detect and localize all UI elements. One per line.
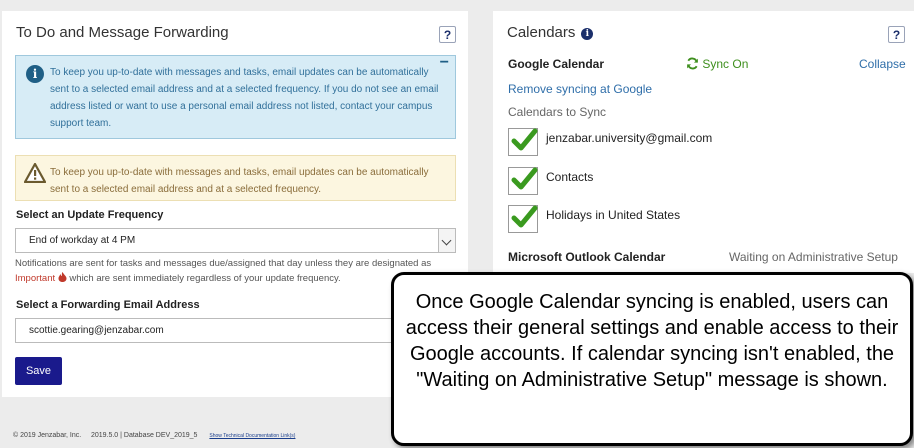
footer: © 2019 Jenzabar, Inc. 2019.5.0 | Databas… xyxy=(13,432,295,439)
info-icon: i xyxy=(26,65,44,83)
email-field[interactable]: scottie.gearing@jenzabar.com xyxy=(15,318,456,343)
sync-icon xyxy=(687,57,698,70)
warning-alert-text: To keep you up-to-date with messages and… xyxy=(50,167,429,195)
calendar-item-label: Contacts xyxy=(546,170,594,184)
checkmark-icon xyxy=(511,167,538,190)
frequency-label: Select an Update Frequency xyxy=(16,209,164,221)
info-collapse-button[interactable]: − xyxy=(440,55,449,71)
forwarding-title: To Do and Message Forwarding xyxy=(16,24,229,41)
checkmark-icon xyxy=(511,205,538,228)
outlook-calendar-title: Microsoft Outlook Calendar xyxy=(508,250,666,264)
note-text-before: Notifications are sent for tasks and mes… xyxy=(15,258,432,269)
calendars-help-icon[interactable]: ? xyxy=(888,26,905,43)
calendar-checkbox[interactable] xyxy=(508,205,538,233)
info-icon[interactable]: i xyxy=(581,28,594,40)
info-alert: i − To keep you up-to-date with messages… xyxy=(15,55,456,139)
outlook-status: Waiting on Administrative Setup xyxy=(729,250,898,264)
frequency-select[interactable]: End of workday at 4 PM xyxy=(15,228,456,253)
forwarding-help-icon[interactable]: ? xyxy=(439,26,456,43)
annotation-callout: Once Google Calendar syncing is enabled,… xyxy=(391,272,913,446)
calendar-item-label: jenzabar.university@gmail.com xyxy=(546,131,713,145)
checkmark-icon xyxy=(511,128,538,151)
warning-alert: To keep you up-to-date with messages and… xyxy=(15,155,456,201)
sync-status: Sync On xyxy=(686,57,748,71)
warning-icon xyxy=(24,163,46,183)
frequency-value: End of workday at 4 PM xyxy=(29,235,136,246)
remove-syncing-link[interactable]: Remove syncing at Google xyxy=(508,82,652,96)
calendar-checkbox[interactable] xyxy=(508,128,538,156)
collapse-link[interactable]: Collapse xyxy=(859,57,906,71)
doc-link[interactable]: Show Technical Documentation Link(s) xyxy=(209,433,295,439)
info-alert-text: To keep you up-to-date with messages and… xyxy=(50,67,439,129)
calendar-checkbox[interactable] xyxy=(508,167,538,195)
flame-icon xyxy=(58,272,67,282)
chevron-down-icon[interactable] xyxy=(438,229,455,252)
footer-copyright: © 2019 Jenzabar, Inc. xyxy=(13,432,82,439)
calendars-title: Calendars i xyxy=(507,24,594,41)
callout-text: Once Google Calendar syncing is enabled,… xyxy=(405,291,899,391)
email-label: Select a Forwarding Email Address xyxy=(16,299,200,311)
calendars-panel: Calendars i ? Google Calendar Sync On Col… xyxy=(493,11,914,273)
save-button[interactable]: Save xyxy=(15,357,62,385)
google-calendar-title: Google Calendar xyxy=(508,57,605,71)
footer-version: 2019.5.0 | Database DEV_2019_5 xyxy=(90,432,198,439)
calendars-to-sync-label: Calendars to Sync xyxy=(508,105,607,119)
calendar-item-label: Holidays in United States xyxy=(546,208,681,222)
note-text-after: which are sent immediately regardless of… xyxy=(69,273,341,284)
important-label: Important xyxy=(15,272,69,284)
